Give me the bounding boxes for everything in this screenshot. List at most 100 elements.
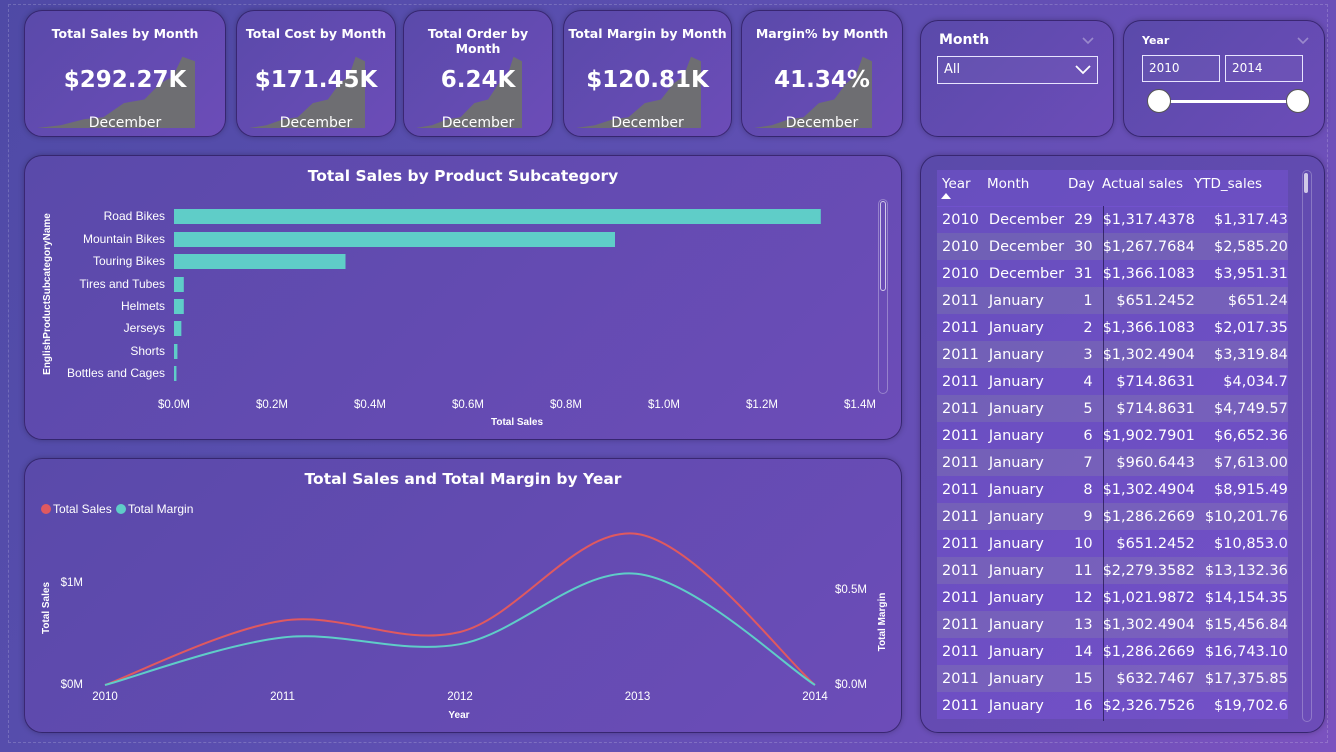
cell-year: 2010 bbox=[942, 211, 979, 228]
table-row[interactable]: 2011 January 3 $1,302.4904 $3,319.8439 bbox=[937, 341, 1288, 368]
cell-month: January bbox=[988, 535, 1044, 552]
cell-year: 2011 bbox=[942, 670, 979, 687]
bar bbox=[174, 209, 821, 224]
cell-actual-sales: $714.8631 bbox=[1116, 400, 1195, 417]
cell-year: 2011 bbox=[942, 508, 979, 525]
table-row[interactable]: 2011 January 11 $2,279.3582 $13,132.3652 bbox=[937, 557, 1288, 584]
x-tick-label: $0.6M bbox=[452, 399, 484, 411]
kpi-card-total-sales[interactable]: Total Sales by Month $292.27K December bbox=[24, 10, 226, 137]
x-tick-label: $1.4M bbox=[844, 399, 876, 411]
table-row[interactable]: 2011 January 16 $2,326.7526 $19,702.609 bbox=[937, 692, 1288, 719]
bar bbox=[174, 254, 346, 269]
year-range-handle-start[interactable] bbox=[1147, 89, 1171, 113]
cell-month: January bbox=[988, 508, 1044, 525]
column-header-day[interactable]: Day bbox=[1068, 176, 1095, 192]
year-range-handle-end[interactable] bbox=[1286, 89, 1310, 113]
bar bbox=[174, 321, 182, 336]
cell-year: 2011 bbox=[942, 562, 979, 579]
cell-ytd-sales: $4,749.5701 bbox=[1214, 400, 1288, 417]
column-header-ytd-sales[interactable]: YTD_sales bbox=[1194, 176, 1262, 192]
kpi-card-total-margin[interactable]: Total Margin by Month $120.81K December bbox=[563, 10, 732, 137]
cell-ytd-sales: $19,702.609 bbox=[1214, 697, 1288, 714]
legend-label-total-sales: Total Sales bbox=[53, 502, 112, 516]
table-row[interactable]: 2011 January 9 $1,286.2669 $10,201.7618 bbox=[937, 503, 1288, 530]
cell-day: 30 bbox=[1074, 238, 1093, 255]
year-range-track[interactable] bbox=[1160, 100, 1300, 103]
cell-ytd-sales: $3,319.8439 bbox=[1214, 346, 1288, 363]
bar-category-label: Tires and Tubes bbox=[79, 277, 165, 291]
cell-year: 2011 bbox=[942, 697, 979, 714]
table-row[interactable]: 2011 January 13 $1,302.4904 $15,456.8428 bbox=[937, 611, 1288, 638]
cell-ytd-sales: $16,743.1097 bbox=[1204, 643, 1288, 660]
cell-year: 2011 bbox=[942, 535, 979, 552]
cell-day: 8 bbox=[1083, 481, 1093, 498]
table-row[interactable]: 2011 January 5 $714.8631 $4,749.5701 bbox=[937, 395, 1288, 422]
cell-month: December bbox=[988, 238, 1065, 255]
kpi-card-total-order[interactable]: Total Order by Month 6.24K December bbox=[403, 10, 553, 137]
kpi-value: 41.34% bbox=[774, 67, 870, 93]
cell-year: 2011 bbox=[942, 589, 979, 606]
cell-actual-sales: $1,366.1083 bbox=[1102, 319, 1195, 336]
year-start-value: 2010 bbox=[1149, 61, 1180, 75]
table-row[interactable]: 2011 January 6 $1,902.7901 $6,652.3602 bbox=[937, 422, 1288, 449]
cell-year: 2011 bbox=[942, 400, 979, 417]
cell-ytd-sales: $10,853.007 bbox=[1214, 535, 1288, 552]
kpi-card-total-cost[interactable]: Total Cost by Month $171.45K December bbox=[236, 10, 396, 137]
year-start-input[interactable]: 2010 bbox=[1142, 55, 1220, 82]
x-tick-label: 2013 bbox=[625, 691, 651, 703]
y-left-axis-label: Total Sales bbox=[41, 582, 52, 634]
kpi-value: 6.24K bbox=[440, 67, 516, 93]
line-chart-card: Total Sales and Total Margin by Year 201… bbox=[24, 458, 902, 733]
bar-category-label: Jerseys bbox=[124, 321, 165, 335]
table-row[interactable]: 2011 January 4 $714.8631 $4,034.707 bbox=[937, 368, 1288, 395]
bar-chart-scrollbar[interactable] bbox=[878, 199, 888, 394]
bar-category-label: Shorts bbox=[130, 344, 165, 358]
month-dropdown[interactable]: All bbox=[937, 56, 1098, 84]
x-axis-label: Year bbox=[448, 710, 469, 721]
column-header-year[interactable]: Year bbox=[942, 176, 971, 192]
cell-month: January bbox=[988, 292, 1044, 309]
cell-actual-sales: $651.2452 bbox=[1116, 292, 1195, 309]
kpi-card-margin-percent[interactable]: Margin% by Month 41.34% December bbox=[741, 10, 903, 137]
table-row[interactable]: 2011 January 2 $1,366.1083 $2,017.3535 bbox=[937, 314, 1288, 341]
x-tick-label: 2012 bbox=[447, 691, 473, 703]
table-row[interactable]: 2011 January 12 $1,021.9872 $14,154.3524 bbox=[937, 584, 1288, 611]
y-left-tick-label: $0M bbox=[61, 679, 83, 691]
cell-ytd-sales: $3,951.3145 bbox=[1214, 265, 1288, 282]
table-row[interactable]: 2010 December 30 $1,267.7684 $2,585.2062 bbox=[937, 233, 1288, 260]
table-row[interactable]: 2010 December 29 $1,317.4378 $1,317.4378 bbox=[937, 206, 1288, 233]
cell-month: January bbox=[988, 346, 1044, 363]
collapse-chevron-icon[interactable] bbox=[1081, 35, 1095, 45]
legend-marker-total-margin bbox=[116, 504, 126, 514]
table-row[interactable]: 2011 January 1 $651.2452 $651.2452 bbox=[937, 287, 1288, 314]
cell-day: 14 bbox=[1074, 643, 1093, 660]
column-header-actual-sales[interactable]: Actual sales bbox=[1102, 176, 1183, 192]
x-tick-label: $0.2M bbox=[256, 399, 288, 411]
cell-ytd-sales: $10,201.7618 bbox=[1204, 508, 1288, 525]
year-slicer: Year 2010 2014 bbox=[1123, 20, 1325, 137]
year-end-input[interactable]: 2014 bbox=[1225, 55, 1303, 82]
column-header-month[interactable]: Month bbox=[987, 176, 1029, 192]
cell-day: 15 bbox=[1074, 670, 1093, 687]
table-row[interactable]: 2011 January 14 $1,286.2669 $16,743.1097 bbox=[937, 638, 1288, 665]
table-scrollbar[interactable] bbox=[1302, 170, 1312, 722]
x-tick-label: 2014 bbox=[802, 691, 828, 703]
cell-actual-sales: $1,286.2669 bbox=[1102, 643, 1195, 660]
table-row[interactable]: 2011 January 7 $960.6443 $7,613.0045 bbox=[937, 449, 1288, 476]
cell-month: January bbox=[988, 319, 1044, 336]
cell-ytd-sales: $6,652.3602 bbox=[1214, 427, 1288, 444]
table-row[interactable]: 2011 January 8 $1,302.4904 $8,915.4949 bbox=[937, 476, 1288, 503]
table-row[interactable]: 2010 December 31 $1,366.1083 $3,951.3145 bbox=[937, 260, 1288, 287]
actual-sales-column-divider bbox=[1103, 206, 1104, 721]
cell-ytd-sales: $13,132.3652 bbox=[1204, 562, 1288, 579]
table-row[interactable]: 2011 January 15 $632.7467 $17,375.8564 bbox=[937, 665, 1288, 692]
cell-year: 2011 bbox=[942, 454, 979, 471]
table-row[interactable]: 2011 January 10 $651.2452 $10,853.007 bbox=[937, 530, 1288, 557]
bar bbox=[174, 277, 184, 292]
total-sales-line bbox=[104, 532, 816, 686]
legend-marker-total-sales bbox=[41, 504, 51, 514]
cell-actual-sales: $1,021.9872 bbox=[1102, 589, 1195, 606]
bar bbox=[174, 366, 177, 381]
sales-table-card: Year Month Day Actual sales YTD_sales 20… bbox=[920, 155, 1325, 733]
collapse-chevron-icon[interactable] bbox=[1296, 35, 1310, 45]
